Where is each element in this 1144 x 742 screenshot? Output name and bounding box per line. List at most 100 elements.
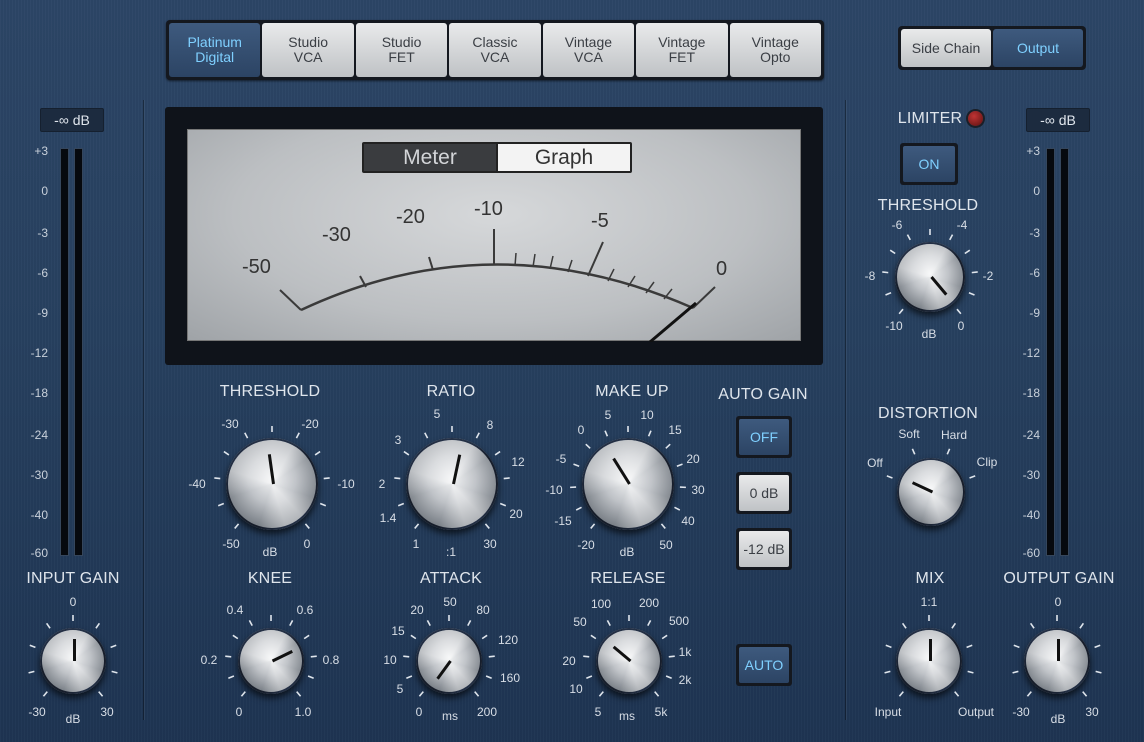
ratio-tick: 3 [394, 433, 402, 447]
attack-tick: 80 [476, 603, 490, 617]
knob-tick [1013, 644, 1020, 649]
knob-tick [397, 502, 405, 507]
knob-tick [606, 620, 611, 627]
makeup-tick: 30 [691, 483, 705, 497]
knob-tick [1012, 670, 1019, 674]
threshold-tick: -10 [337, 477, 355, 491]
makeup-tick: -15 [554, 514, 572, 528]
knob-tick [410, 634, 417, 640]
knob-tick [949, 234, 954, 241]
ratio-tick: 5 [433, 407, 441, 421]
knob-tick [971, 271, 978, 274]
knob-tick [228, 675, 235, 679]
knob-tick [499, 502, 507, 507]
release-tick: 100 [590, 597, 612, 611]
knee-tick: 1.0 [294, 705, 312, 719]
knob-tick [898, 691, 904, 697]
attack-tick: 5 [396, 682, 404, 696]
knob-tick [403, 450, 410, 456]
knob-tick [481, 634, 488, 640]
knob-tick [248, 620, 253, 627]
knee-tick: 0.2 [200, 653, 218, 667]
attack-tick: 20 [410, 603, 424, 617]
ratio-tick: 30 [483, 537, 497, 551]
knob-tick [585, 443, 591, 449]
knob-tick [660, 523, 666, 529]
knob-tick [95, 622, 101, 629]
knob-tick [406, 675, 413, 679]
knob-tick [674, 506, 681, 511]
knob-tick [467, 620, 472, 627]
limiter-threshold-unit: dB [921, 327, 937, 341]
mix-tick-top: 1:1 [920, 595, 938, 609]
makeup-tick: 40 [681, 514, 695, 528]
knob-tick [394, 477, 401, 480]
threshold-unit: dB [262, 545, 278, 559]
knob-tick [29, 644, 36, 649]
threshold-tick: 0 [303, 537, 311, 551]
output-gain-tick-top: 0 [1054, 595, 1062, 609]
knob-tick [45, 622, 51, 629]
knob-tick [111, 670, 118, 674]
knob-tick [967, 670, 974, 674]
knob-tick [232, 634, 239, 640]
mix-tick-output: Output [957, 705, 995, 719]
knob-tick [234, 523, 240, 529]
input-gain-tick-min: -30 [28, 705, 46, 719]
knob-tick [911, 448, 916, 455]
limiter-threshold-tick: -6 [891, 218, 903, 232]
knob-tick [488, 655, 495, 658]
knob-tick [968, 291, 975, 296]
knee-tick: 0.6 [296, 603, 314, 617]
threshold-tick: -20 [301, 417, 319, 431]
knob-tick [573, 463, 580, 467]
limiter-threshold-tick: 0 [957, 319, 965, 333]
attack-tick: 10 [383, 653, 397, 667]
knob-tick [296, 691, 302, 697]
knob-tick [676, 463, 683, 467]
attack-unit: ms [442, 709, 458, 723]
knob-tick [661, 634, 668, 640]
threshold-tick: -40 [188, 477, 206, 491]
knob-tick [583, 655, 590, 658]
knob-tick [474, 691, 480, 697]
makeup-tick: 0 [577, 423, 585, 437]
output-gain-tick-min: -30 [1012, 705, 1030, 719]
input-gain-unit: dB [65, 712, 81, 726]
knob-tick [951, 622, 957, 629]
knob-tick [303, 634, 310, 640]
knob-tick [42, 691, 48, 697]
knee-tick: 0.4 [226, 603, 244, 617]
knob-tick [98, 691, 104, 697]
knob-tick [665, 443, 671, 449]
knob-tick [1082, 691, 1088, 697]
knob-tick [1095, 670, 1102, 674]
knob-tick [289, 620, 294, 627]
knob-tick [295, 432, 300, 439]
knob-tick [319, 502, 327, 507]
attack-tick: 15 [391, 624, 405, 638]
ratio-tick: 2 [378, 477, 386, 491]
output-gain-unit: dB [1050, 712, 1066, 726]
knob-tick [314, 450, 321, 456]
limiter-threshold-tick: -2 [982, 269, 994, 283]
input-gain-tick-max: 30 [100, 705, 114, 719]
knob-tick [889, 249, 896, 255]
knob-tick [418, 691, 424, 697]
release-unit: ms [619, 709, 635, 723]
knob-tick [484, 523, 490, 529]
knob-tick [884, 670, 891, 674]
mix-tick-input: Input [874, 705, 902, 719]
output-gain-tick-max: 30 [1085, 705, 1099, 719]
knob-tick [906, 234, 911, 241]
knob-tick [426, 620, 431, 627]
knob-tick [223, 450, 230, 456]
knob-tick [1094, 644, 1101, 649]
knob-tick [590, 523, 596, 529]
knob-tick [882, 271, 889, 274]
attack-tick: 160 [499, 671, 521, 685]
knob-tick [323, 477, 330, 480]
makeup-tick: 10 [640, 408, 654, 422]
limiter-threshold-tick: -10 [885, 319, 903, 333]
attack-tick: 200 [476, 705, 498, 719]
